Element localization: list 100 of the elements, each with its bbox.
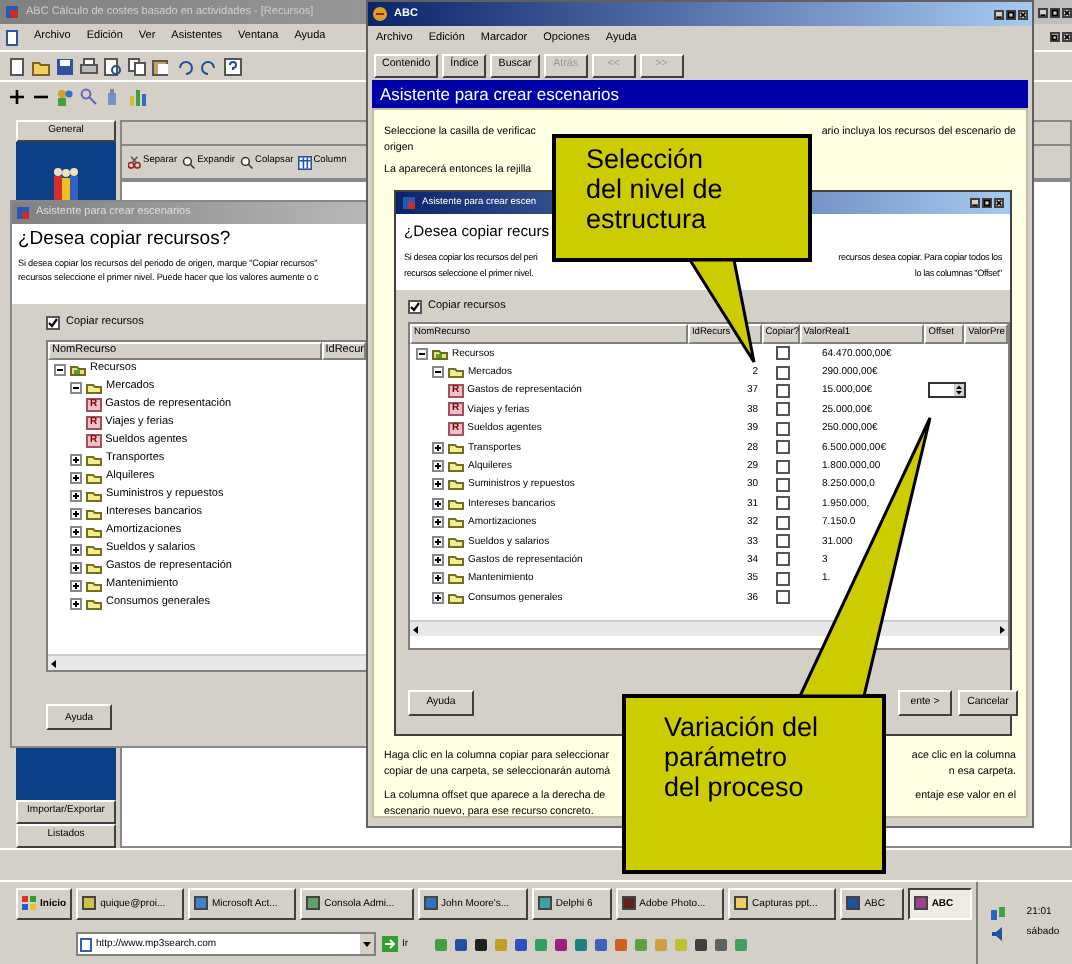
page-icon	[80, 937, 92, 951]
expand-toggle[interactable]	[432, 366, 444, 379]
scroll-left-icon[interactable]	[48, 657, 60, 669]
minimize-icon[interactable]	[994, 9, 1004, 19]
callout-text: Selección del nivel de estructura	[586, 144, 725, 234]
checkbox[interactable]	[776, 346, 790, 361]
checkbox[interactable]	[776, 552, 790, 567]
window-icon	[621, 896, 636, 910]
window-icon	[734, 896, 749, 910]
zoom-in-icon	[181, 155, 196, 169]
expand-toggle[interactable]	[70, 453, 82, 465]
network-icon	[990, 906, 1006, 922]
copy-icon[interactable]	[128, 57, 146, 75]
expand-toggle[interactable]	[432, 441, 444, 454]
expand-toggle[interactable]	[432, 572, 444, 585]
minimize-icon[interactable]	[1038, 7, 1048, 17]
restore-icon[interactable]	[1050, 32, 1060, 42]
maximize-icon[interactable]	[982, 198, 992, 208]
minimize-icon[interactable]	[970, 198, 980, 208]
expand-toggle[interactable]	[432, 478, 444, 491]
dialog-heading: ¿Desea copiar recursos?	[18, 228, 233, 252]
folder-tree-icon	[432, 347, 448, 360]
expand-toggle[interactable]	[70, 543, 82, 555]
scroll-right-icon[interactable]	[996, 623, 1008, 635]
document-icon	[6, 29, 18, 45]
checkbox[interactable]	[776, 365, 790, 380]
spin-arrows-icon[interactable]	[954, 384, 964, 397]
checkbox[interactable]	[776, 590, 790, 605]
checkbox[interactable]	[776, 534, 790, 549]
open-folder-icon[interactable]	[32, 57, 50, 75]
app-icon	[402, 196, 416, 210]
arrow-icon	[382, 936, 398, 952]
maximize-icon[interactable]	[1050, 7, 1060, 17]
expand-toggle[interactable]	[432, 591, 444, 604]
checkbox[interactable]	[776, 571, 790, 586]
expand-toggle[interactable]	[432, 497, 444, 510]
close-icon[interactable]	[1062, 7, 1072, 17]
checkbox[interactable]	[776, 402, 790, 417]
expand-toggle[interactable]	[70, 597, 82, 609]
dropdown-icon[interactable]	[360, 934, 374, 954]
expand-toggle[interactable]	[70, 381, 82, 393]
folder-tree-icon	[70, 363, 86, 375]
help-heading: Asistente para crear escenarios	[372, 80, 1028, 108]
expand-toggle[interactable]	[70, 561, 82, 573]
checkbox[interactable]	[776, 515, 790, 530]
maximize-icon[interactable]	[1006, 9, 1016, 19]
expand-toggle[interactable]	[70, 471, 82, 483]
checkbox[interactable]	[776, 477, 790, 492]
close-icon[interactable]	[1062, 32, 1072, 42]
redo-icon[interactable]	[200, 57, 218, 75]
preview-icon[interactable]	[104, 57, 122, 75]
close-icon[interactable]	[1018, 9, 1028, 19]
expand-toggle[interactable]	[432, 460, 444, 473]
scroll-left-icon[interactable]	[410, 623, 422, 635]
expand-toggle[interactable]	[70, 579, 82, 591]
window-icon	[846, 896, 861, 910]
help-icon[interactable]	[224, 57, 242, 75]
expand-toggle[interactable]	[70, 489, 82, 501]
expand-toggle[interactable]	[432, 553, 444, 566]
plus-icon[interactable]	[8, 87, 26, 105]
window-icon	[306, 896, 321, 910]
window-icon	[82, 896, 97, 910]
checkbox[interactable]	[776, 496, 790, 511]
app-icon	[4, 4, 20, 20]
windows-logo-icon	[22, 896, 36, 910]
expand-toggle[interactable]	[54, 363, 66, 375]
checkbox[interactable]	[776, 383, 790, 398]
expand-toggle[interactable]	[70, 507, 82, 519]
checkbox[interactable]	[776, 440, 790, 455]
window-icon	[537, 896, 552, 910]
paste-icon[interactable]	[152, 57, 170, 75]
expand-toggle[interactable]	[432, 535, 444, 548]
undo-icon[interactable]	[176, 57, 194, 75]
folder-icon	[448, 366, 464, 379]
people-small-icon[interactable]	[56, 87, 74, 105]
window-icon	[194, 896, 209, 910]
app-icon	[16, 206, 30, 220]
expand-toggle[interactable]	[432, 516, 444, 529]
folder-icon	[86, 381, 102, 393]
chart-icon[interactable]	[128, 87, 146, 105]
new-file-icon[interactable]	[8, 57, 26, 75]
save-icon[interactable]	[56, 57, 74, 75]
window-icon	[423, 896, 438, 910]
help-app-icon	[372, 6, 388, 22]
checkbox[interactable]	[776, 459, 790, 474]
expand-toggle[interactable]	[416, 347, 428, 360]
volume-icon	[990, 926, 1006, 942]
zoom-out-icon	[239, 155, 254, 169]
columns-icon	[297, 155, 312, 169]
checkbox[interactable]	[776, 421, 790, 436]
checked-checkbox[interactable]	[46, 316, 60, 330]
close-icon[interactable]	[994, 198, 1004, 208]
window-icon	[913, 896, 928, 910]
offset-spinner[interactable]	[928, 382, 966, 399]
checked-checkbox[interactable]	[408, 300, 422, 314]
callout-text: Variación del parámetro del proceso	[664, 712, 821, 802]
print-icon[interactable]	[80, 57, 98, 75]
scissors-icon	[127, 155, 141, 169]
people-icon	[52, 166, 80, 202]
expand-toggle[interactable]	[70, 525, 82, 537]
